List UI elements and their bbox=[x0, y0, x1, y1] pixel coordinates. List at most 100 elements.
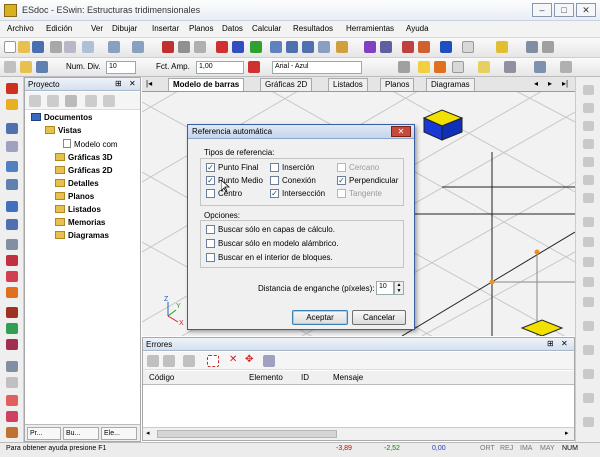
tool-8-icon[interactable] bbox=[6, 219, 18, 230]
view-tool-15-icon[interactable] bbox=[583, 369, 594, 379]
refresh-doc-icon[interactable] bbox=[103, 95, 115, 107]
export-icon[interactable] bbox=[183, 355, 195, 367]
checkbox-capas-calculo[interactable] bbox=[206, 225, 215, 234]
view-tool-8-icon[interactable] bbox=[583, 217, 594, 227]
zoom-error-icon[interactable] bbox=[263, 355, 275, 367]
tree-graficas-3d[interactable]: Gráficas 3D bbox=[55, 153, 112, 162]
scroll-right-icon[interactable]: ▸ bbox=[565, 429, 569, 437]
menu-edicion[interactable]: Edición bbox=[46, 24, 72, 33]
tool-blue-icon[interactable] bbox=[440, 41, 452, 53]
checkbox-modelo-alambrico[interactable] bbox=[206, 239, 215, 248]
checkbox-tangente[interactable] bbox=[337, 189, 346, 198]
tool-4-icon[interactable] bbox=[6, 141, 18, 152]
menu-dibujar[interactable]: Dibujar bbox=[112, 24, 137, 33]
view-tool-1-icon[interactable] bbox=[583, 85, 594, 95]
col-codigo[interactable]: Código bbox=[149, 373, 174, 385]
checkbox-cercano[interactable] bbox=[337, 163, 346, 172]
tree-listados[interactable]: Listados bbox=[55, 205, 101, 214]
print-icon[interactable] bbox=[50, 41, 62, 53]
menu-datos[interactable]: Datos bbox=[222, 24, 243, 33]
col-id[interactable]: ID bbox=[301, 373, 309, 385]
tab-graficas-2d[interactable]: Gráficas 2D bbox=[260, 78, 313, 91]
new-icon[interactable] bbox=[4, 41, 16, 53]
beam-icon[interactable] bbox=[6, 307, 18, 318]
dialog-close-button[interactable]: ✕ bbox=[391, 126, 411, 137]
cancel-button[interactable]: Cancelar bbox=[352, 310, 406, 325]
pencil-red-icon[interactable] bbox=[6, 271, 18, 282]
grid-toggle-icon[interactable] bbox=[542, 41, 554, 53]
view-tool-3-icon[interactable] bbox=[583, 121, 594, 131]
view-tool-13-icon[interactable] bbox=[583, 321, 594, 331]
tree-memorias[interactable]: Memorias bbox=[55, 218, 105, 227]
zoom-in-icon[interactable] bbox=[286, 41, 298, 53]
tab-buscar[interactable]: Bu... bbox=[63, 427, 99, 440]
maximize-button[interactable]: □ bbox=[554, 3, 574, 17]
fill-icon[interactable] bbox=[434, 61, 446, 73]
tab-prev-icon[interactable]: ◂ bbox=[534, 79, 538, 88]
view-tool-12-icon[interactable] bbox=[583, 297, 594, 307]
status-ima[interactable]: IMA bbox=[520, 445, 532, 452]
select-icon[interactable] bbox=[4, 61, 16, 73]
eraser-tool-icon[interactable] bbox=[6, 287, 18, 298]
menu-calcular[interactable]: Calcular bbox=[252, 24, 281, 33]
panel-close-icon[interactable]: ✕ bbox=[561, 339, 568, 348]
bar-tool-icon[interactable] bbox=[6, 255, 18, 266]
checkbox-perpendicular[interactable]: ✓ bbox=[337, 176, 346, 185]
menu-ver[interactable]: Ver bbox=[91, 24, 103, 33]
col-elemento[interactable]: Elemento bbox=[249, 373, 283, 385]
delete-icon[interactable] bbox=[162, 41, 174, 53]
open-icon[interactable] bbox=[18, 41, 30, 53]
zoom-out-icon[interactable] bbox=[302, 41, 314, 53]
prev-error-icon[interactable] bbox=[147, 355, 159, 367]
settings-icon[interactable] bbox=[560, 61, 572, 73]
tab-diagramas[interactable]: Diagramas bbox=[426, 78, 475, 91]
tool-2-icon[interactable] bbox=[6, 99, 18, 110]
checkbox-insercion[interactable] bbox=[270, 163, 279, 172]
view-tool-17-icon[interactable] bbox=[583, 417, 594, 427]
tool-7-icon[interactable] bbox=[6, 201, 18, 212]
copy-doc-icon[interactable] bbox=[47, 95, 59, 107]
panel-close-icon[interactable]: ✕ bbox=[129, 79, 136, 88]
tree-vistas[interactable]: Vistas bbox=[45, 126, 81, 135]
horizontal-scrollbar[interactable]: ◂ ▸ bbox=[143, 427, 574, 440]
font-select[interactable]: Arial - Azul bbox=[272, 61, 362, 74]
clear-errors-icon[interactable]: ✕ bbox=[229, 354, 237, 365]
shape-icon[interactable] bbox=[462, 41, 474, 53]
checkbox-centro[interactable] bbox=[206, 189, 215, 198]
menu-herramientas[interactable]: Herramientas bbox=[346, 24, 394, 33]
divisions-icon[interactable] bbox=[20, 61, 32, 73]
green-tool-icon[interactable] bbox=[6, 323, 18, 334]
new-doc-icon[interactable] bbox=[29, 95, 41, 107]
save-icon[interactable] bbox=[32, 41, 44, 53]
minimize-button[interactable]: – bbox=[532, 3, 552, 17]
menu-archivo[interactable]: Archivo bbox=[7, 24, 34, 33]
close-button[interactable]: ✕ bbox=[576, 3, 596, 17]
tree-detalles[interactable]: Detalles bbox=[55, 179, 99, 188]
sigma-blue-icon[interactable] bbox=[232, 41, 244, 53]
brush-icon[interactable] bbox=[402, 41, 414, 53]
view-tool-10-icon[interactable] bbox=[583, 257, 594, 267]
tree-root[interactable]: Documentos bbox=[31, 113, 92, 122]
node-1[interactable] bbox=[534, 249, 540, 255]
view-tool-16-icon[interactable] bbox=[583, 393, 594, 403]
checkbox-interior-bloques[interactable] bbox=[206, 253, 215, 262]
checkbox-conexion[interactable] bbox=[270, 176, 279, 185]
tab-elementos[interactable]: Ele... bbox=[101, 427, 137, 440]
layers-icon[interactable] bbox=[364, 41, 376, 53]
status-may[interactable]: MAY bbox=[540, 445, 555, 452]
tool-1-icon[interactable] bbox=[6, 83, 18, 94]
menu-planos[interactable]: Planos bbox=[189, 24, 213, 33]
view-tool-5-icon[interactable] bbox=[583, 157, 594, 167]
column-icon[interactable] bbox=[6, 339, 18, 350]
undo-icon[interactable] bbox=[108, 41, 120, 53]
wall-icon[interactable] bbox=[6, 361, 18, 372]
scroll-thumb[interactable] bbox=[157, 430, 337, 438]
sigma-icon[interactable] bbox=[216, 41, 228, 53]
pin-icon[interactable]: ⊞ bbox=[115, 79, 122, 88]
check-icon[interactable] bbox=[250, 41, 262, 53]
distance-spinner[interactable]: ▲ ▼ bbox=[394, 281, 404, 295]
load-icon[interactable] bbox=[6, 395, 18, 406]
status-num[interactable]: NUM bbox=[562, 445, 578, 452]
pin-icon[interactable]: ⊞ bbox=[547, 339, 554, 348]
blue-block-top[interactable] bbox=[422, 109, 464, 141]
